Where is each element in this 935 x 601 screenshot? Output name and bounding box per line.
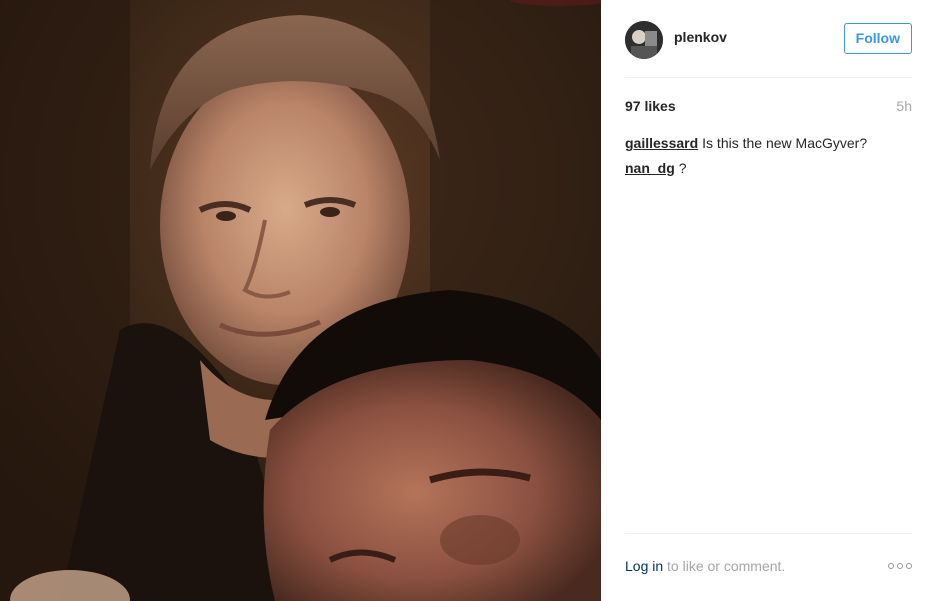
post-stats: 97 likes 5h <box>625 98 912 114</box>
post-header: plenkov Follow <box>625 0 912 78</box>
avatar[interactable] <box>625 20 663 59</box>
comment-item: nan_dg? <box>625 156 912 181</box>
post-side-panel: plenkov Follow 97 likes 5h gaillessard Is… <box>601 0 935 601</box>
likes-count[interactable]: 97 likes <box>625 98 676 114</box>
dot-icon <box>897 562 903 569</box>
follow-button[interactable]: Follow <box>843 23 912 54</box>
post-viewer: plenkov Follow 97 likes 5h gaillessard Is… <box>0 0 935 601</box>
post-photo[interactable] <box>0 0 601 601</box>
comment-list: gaillessard Is this the new MacGyver? nan… <box>625 131 912 181</box>
username-link[interactable]: plenkov <box>674 29 844 45</box>
comment-text: ? <box>678 160 687 176</box>
dot-icon <box>888 562 894 569</box>
avatar-image <box>625 20 663 59</box>
login-link[interactable]: Log in <box>625 558 663 574</box>
comment-author[interactable]: gaillessard <box>625 135 698 151</box>
comment-item: gaillessard Is this the new MacGyver? <box>625 131 912 156</box>
login-prompt-text: to like or comment. <box>667 557 786 574</box>
photo-image <box>0 0 601 601</box>
post-footer: Log in to like or comment. <box>625 533 912 601</box>
dot-icon <box>906 562 912 569</box>
login-prompt: Log in to like or comment. <box>625 558 785 574</box>
comment-text: Is this the new MacGyver? <box>702 135 868 151</box>
comment-author[interactable]: nan_dg <box>625 160 675 176</box>
post-timestamp[interactable]: 5h <box>896 98 912 114</box>
more-options-icon[interactable] <box>888 559 912 573</box>
